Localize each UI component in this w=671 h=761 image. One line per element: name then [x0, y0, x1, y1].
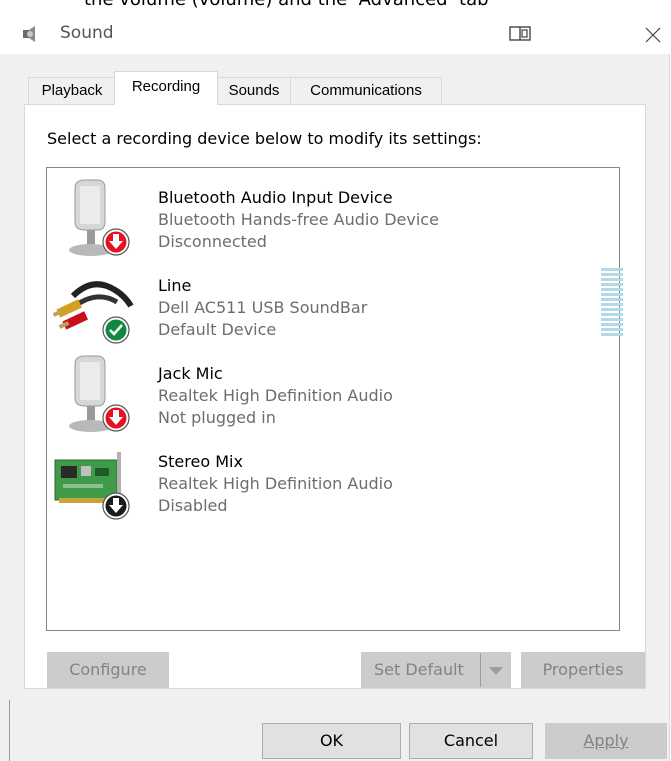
microphone-icon: [69, 355, 130, 432]
device-item[interactable]: Line Dell AC511 USB SoundBar Default Dev…: [47, 260, 619, 348]
device-description: Bluetooth Hands-free Audio Device: [158, 210, 439, 229]
microphone-icon: [69, 179, 130, 256]
device-list[interactable]: Bluetooth Audio Input Device Bluetooth H…: [46, 167, 623, 631]
device-name: Stereo Mix: [158, 452, 243, 471]
tab-sounds[interactable]: Sounds: [216, 77, 292, 104]
set-default-label: Set Default: [374, 660, 464, 679]
device-description: Dell AC511 USB SoundBar: [158, 298, 368, 317]
close-icon[interactable]: [640, 20, 666, 48]
device-description: Realtek High Definition Audio: [158, 474, 393, 493]
ok-button[interactable]: OK: [262, 723, 401, 759]
background-text: the volume (volume) and the ‘Advanced’ t…: [84, 0, 489, 10]
device-item[interactable]: Bluetooth Audio Input Device Bluetooth H…: [47, 172, 619, 260]
level-meter: [601, 268, 623, 336]
tab-playback[interactable]: Playback: [28, 77, 116, 104]
window-title: Sound: [60, 23, 114, 43]
apply-label: Apply: [583, 731, 629, 750]
device-name: Line: [158, 276, 192, 295]
device-name: Bluetooth Audio Input Device: [158, 188, 393, 207]
device-item[interactable]: Stereo Mix Realtek High Definition Audio…: [47, 436, 619, 524]
window-edge: [9, 700, 10, 761]
instruction-text: Select a recording device below to modif…: [47, 129, 482, 148]
device-status: Not plugged in: [158, 408, 276, 427]
device-item[interactable]: Jack Mic Realtek High Definition Audio N…: [47, 348, 619, 436]
chevron-down-icon[interactable]: [480, 653, 510, 687]
configure-button[interactable]: Configure: [47, 652, 169, 688]
sound-card-icon: [54, 452, 130, 520]
properties-button[interactable]: Properties: [521, 652, 645, 688]
device-status: Disconnected: [158, 232, 267, 251]
device-status: Default Device: [158, 320, 277, 339]
tab-communications[interactable]: Communications: [290, 77, 442, 104]
device-status: Disabled: [158, 496, 228, 515]
device-description: Realtek High Definition Audio: [158, 386, 393, 405]
speaker-icon: [23, 26, 35, 42]
background-text-strip: the volume (volume) and the ‘Advanced’ t…: [0, 0, 671, 14]
snap-layout-icon[interactable]: [508, 24, 532, 44]
set-default-button[interactable]: Set Default: [361, 652, 511, 688]
tab-recording[interactable]: Recording: [114, 71, 218, 105]
title-bar: Sound: [0, 14, 671, 54]
rca-cable-icon: [53, 281, 134, 344]
device-name: Jack Mic: [158, 364, 223, 383]
cancel-button[interactable]: Cancel: [409, 723, 533, 759]
apply-button[interactable]: Apply: [545, 723, 667, 759]
